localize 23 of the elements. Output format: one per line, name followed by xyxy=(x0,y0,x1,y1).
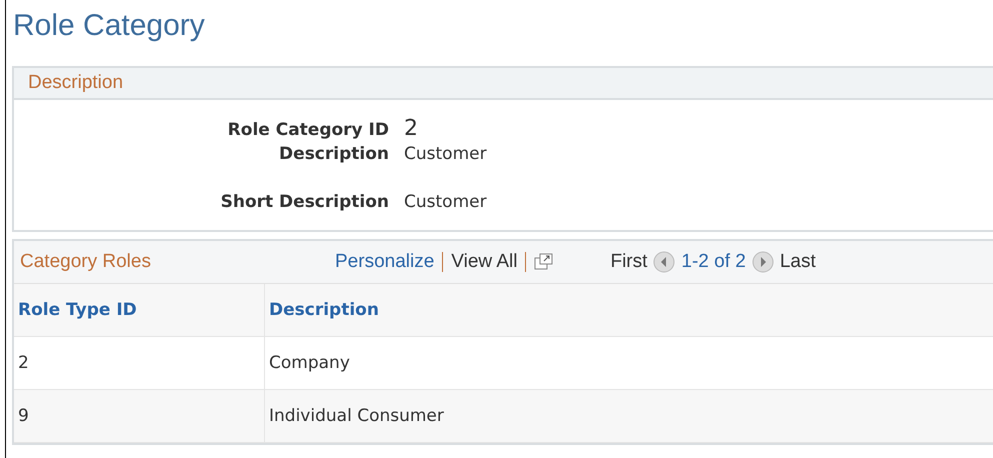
view-all-link[interactable]: View All xyxy=(451,251,518,273)
field-value: Customer xyxy=(404,144,487,164)
new-window-icon[interactable] xyxy=(534,253,554,271)
previous-icon[interactable] xyxy=(653,251,676,273)
column-header[interactable]: Role Type ID xyxy=(14,284,265,336)
field-label: Description xyxy=(278,144,389,164)
table-cell-text: Individual Consumer xyxy=(268,405,444,428)
first-label: First xyxy=(610,251,648,273)
grid-title: Category Roles xyxy=(20,251,152,273)
field-value: Customer xyxy=(404,192,487,212)
page-title: Role Category xyxy=(12,8,206,44)
personalize-link[interactable]: Personalize xyxy=(335,251,434,273)
section-title: Description xyxy=(28,72,124,94)
field-label: Short Description xyxy=(220,192,389,212)
field-value: 2 xyxy=(404,116,418,141)
table-cell-text: Company xyxy=(268,352,350,375)
field-label: Role Category ID xyxy=(226,120,389,140)
table-cell: 2 xyxy=(14,337,265,389)
next-icon[interactable] xyxy=(752,251,774,273)
row-count-text: 1-2 of 2 xyxy=(681,251,746,273)
table-cell: 9 xyxy=(14,390,265,442)
last-label: Last xyxy=(780,251,816,273)
column-header[interactable]: Description xyxy=(265,284,379,336)
